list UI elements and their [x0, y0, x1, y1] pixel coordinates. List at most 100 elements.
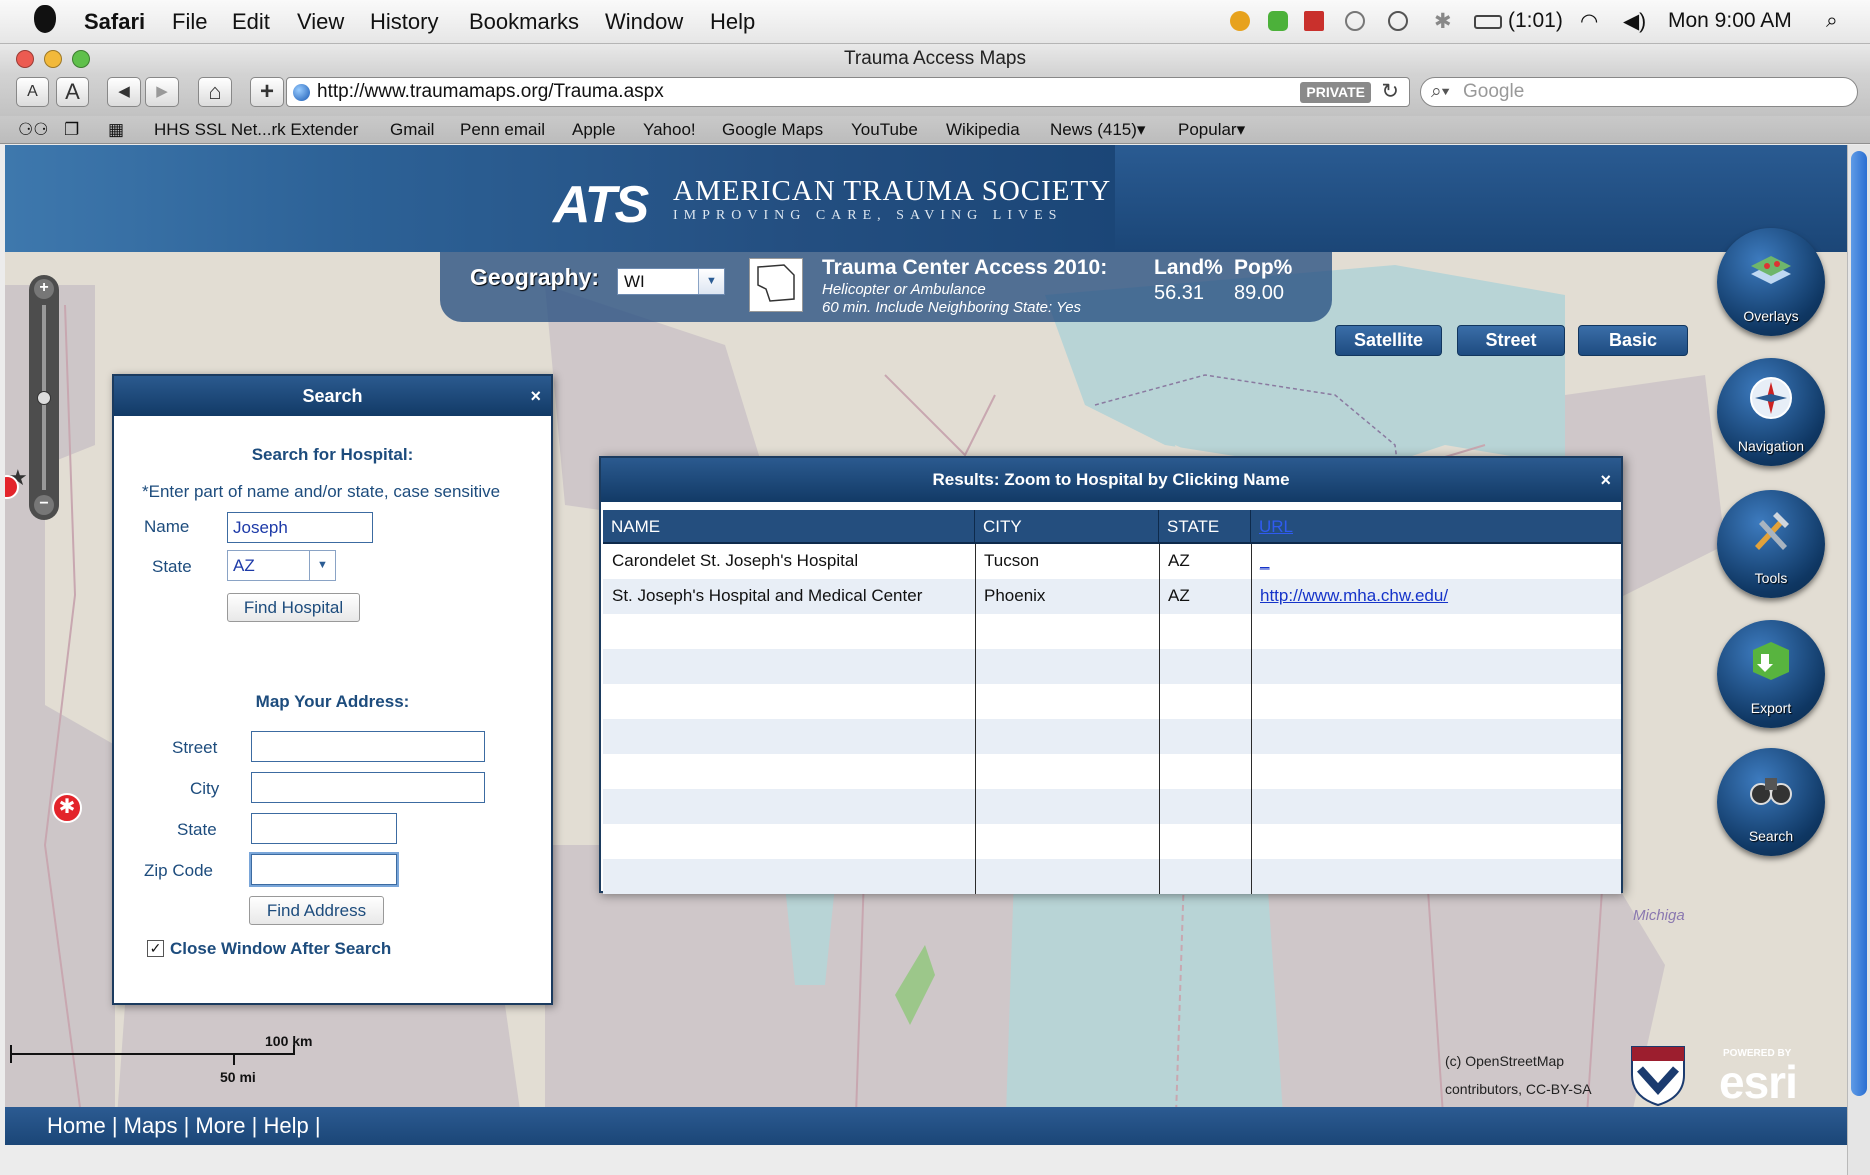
export-button[interactable]: Export	[1717, 620, 1825, 728]
hospital-marker-icon[interactable]: ✱	[52, 793, 82, 823]
bookmark-google-maps[interactable]: Google Maps	[722, 120, 823, 140]
hospital-state-value: AZ	[233, 556, 255, 575]
reload-icon[interactable]: ↻	[1381, 78, 1399, 106]
top-sites-icon[interactable]: ▦	[108, 120, 124, 140]
bookmark-penn-email[interactable]: Penn email	[460, 120, 545, 140]
navigation-label: Navigation	[1737, 438, 1805, 454]
clock[interactable]: Mon 9:00 AM	[1668, 9, 1792, 33]
menu-history[interactable]: History	[370, 9, 438, 35]
result-row[interactable]: St. Joseph's Hospital and Medical Center…	[603, 579, 1621, 614]
geography-select[interactable]: WI ▼	[617, 268, 725, 295]
close-icon[interactable]: ×	[1600, 458, 1611, 502]
zoom-out-button[interactable]: −	[34, 495, 54, 515]
text-smaller-button[interactable]: A	[16, 77, 49, 107]
bluetooth-icon[interactable]: ✱	[1434, 9, 1452, 34]
google-search-input[interactable]: ⌕▾ Google	[1420, 77, 1858, 107]
mac-menubar: Safari File Edit View History Bookmarks …	[0, 0, 1870, 44]
bookmark-news[interactable]: News (415)▾	[1050, 120, 1145, 140]
close-window-icon[interactable]	[16, 50, 34, 68]
menu-app-safari[interactable]: Safari	[84, 9, 145, 35]
bookmark-yahoo[interactable]: Yahoo!	[643, 120, 696, 140]
bookmark-wikipedia[interactable]: Wikipedia	[946, 120, 1020, 140]
zoom-window-icon[interactable]	[72, 50, 90, 68]
navigation-button[interactable]: Navigation	[1717, 358, 1825, 466]
apple-menu-icon[interactable]	[34, 5, 56, 33]
zoom-slider[interactable]: + −	[29, 275, 59, 520]
menu-view[interactable]: View	[297, 9, 344, 35]
find-address-button[interactable]: Find Address	[249, 896, 384, 925]
menu-bookmarks[interactable]: Bookmarks	[469, 9, 579, 35]
tray-app-icon[interactable]	[1230, 11, 1250, 31]
column-header-url[interactable]: URL	[1251, 510, 1621, 544]
column-header-name[interactable]: NAME	[603, 510, 975, 544]
basemap-satellite-button[interactable]: Satellite	[1335, 325, 1442, 356]
menu-edit[interactable]: Edit	[232, 9, 270, 35]
battery-icon[interactable]	[1474, 15, 1502, 29]
close-icon[interactable]: ×	[530, 376, 541, 416]
footer-more-link[interactable]: More	[195, 1113, 245, 1138]
empty-row	[603, 859, 1621, 894]
bookmark-popular[interactable]: Popular▾	[1178, 120, 1245, 140]
esri-logo[interactable]: esri	[1719, 1055, 1798, 1109]
menu-window[interactable]: Window	[605, 9, 683, 35]
open-book-icon[interactable]: ❐	[64, 120, 79, 140]
overlays-button[interactable]: Overlays	[1717, 228, 1825, 336]
site-footer: Home | Maps | More | Help |	[5, 1107, 1847, 1145]
bookmark-gmail[interactable]: Gmail	[390, 120, 434, 140]
footer-help-link[interactable]: Help	[263, 1113, 308, 1138]
wisconsin-outline-icon	[757, 264, 795, 302]
zoom-in-button[interactable]: +	[34, 279, 54, 299]
home-button[interactable]: ⌂	[198, 77, 232, 107]
close-after-search-checkbox[interactable]: ✓	[147, 940, 164, 957]
bookmark-hhs[interactable]: HHS SSL Net...rk Extender	[154, 120, 358, 140]
time-machine-icon[interactable]	[1345, 11, 1365, 31]
menu-file[interactable]: File	[172, 9, 207, 35]
minimize-window-icon[interactable]	[44, 50, 62, 68]
find-hospital-button[interactable]: Find Hospital	[227, 593, 360, 622]
volume-icon[interactable]: ◀)	[1623, 9, 1646, 34]
back-button[interactable]: ◀	[107, 77, 141, 107]
tools-icon	[1755, 512, 1789, 550]
street-input[interactable]	[251, 731, 485, 762]
results-window-title: Results: Zoom to Hospital by Clicking Na…	[932, 470, 1290, 489]
basemap-basic-button[interactable]: Basic	[1578, 325, 1688, 356]
result-url-link[interactable]: _	[1251, 544, 1621, 579]
ats-logo[interactable]: ATS	[553, 175, 649, 235]
wifi-icon[interactable]: ◠	[1580, 9, 1598, 34]
footer-home-link[interactable]: Home	[47, 1113, 106, 1138]
menu-help[interactable]: Help	[710, 9, 755, 35]
tools-button[interactable]: Tools	[1717, 490, 1825, 598]
basemap-street-button[interactable]: Street	[1457, 325, 1565, 356]
city-input[interactable]	[251, 772, 485, 803]
hospital-name-input[interactable]: Joseph	[227, 512, 373, 543]
column-header-city[interactable]: CITY	[975, 510, 1159, 544]
reading-list-icon[interactable]: ⚆⚆	[18, 120, 48, 140]
sync-icon[interactable]	[1388, 11, 1408, 31]
address-bar[interactable]: http://www.traumamaps.org/Trauma.aspx PR…	[286, 77, 1410, 107]
zoom-handle[interactable]	[37, 390, 51, 405]
spotlight-icon[interactable]: ⌕	[1826, 9, 1838, 33]
bookmark-apple[interactable]: Apple	[572, 120, 615, 140]
result-name[interactable]: St. Joseph's Hospital and Medical Center	[603, 579, 975, 614]
column-header-state[interactable]: STATE	[1159, 510, 1251, 544]
upload-icon[interactable]	[1304, 11, 1324, 31]
result-url-link[interactable]: http://www.mha.chw.edu/	[1251, 579, 1621, 614]
penn-shield-logo[interactable]	[1630, 1045, 1686, 1107]
hospital-state-select[interactable]: AZ ▼	[227, 550, 336, 581]
text-bigger-button[interactable]: A	[56, 77, 89, 107]
forward-button[interactable]: ▶	[145, 77, 179, 107]
evernote-icon[interactable]	[1268, 11, 1288, 31]
overlays-label: Overlays	[1743, 308, 1799, 324]
scrollbar-thumb[interactable]	[1851, 151, 1867, 1096]
footer-maps-link[interactable]: Maps	[124, 1113, 178, 1138]
result-row[interactable]: Carondelet St. Joseph's Hospital Tucson AZ…	[603, 544, 1621, 579]
search-tool-button[interactable]: Search	[1717, 748, 1825, 856]
page-scrollbar[interactable]	[1847, 145, 1870, 1175]
address-state-input[interactable]	[251, 813, 397, 844]
bookmark-youtube[interactable]: YouTube	[851, 120, 918, 140]
add-bookmark-button[interactable]: +	[250, 77, 284, 107]
zip-code-input[interactable]	[251, 854, 397, 885]
chevron-down-icon[interactable]: ▼	[309, 551, 335, 580]
chevron-down-icon[interactable]: ▼	[698, 269, 724, 294]
result-name[interactable]: Carondelet St. Joseph's Hospital	[603, 544, 975, 579]
